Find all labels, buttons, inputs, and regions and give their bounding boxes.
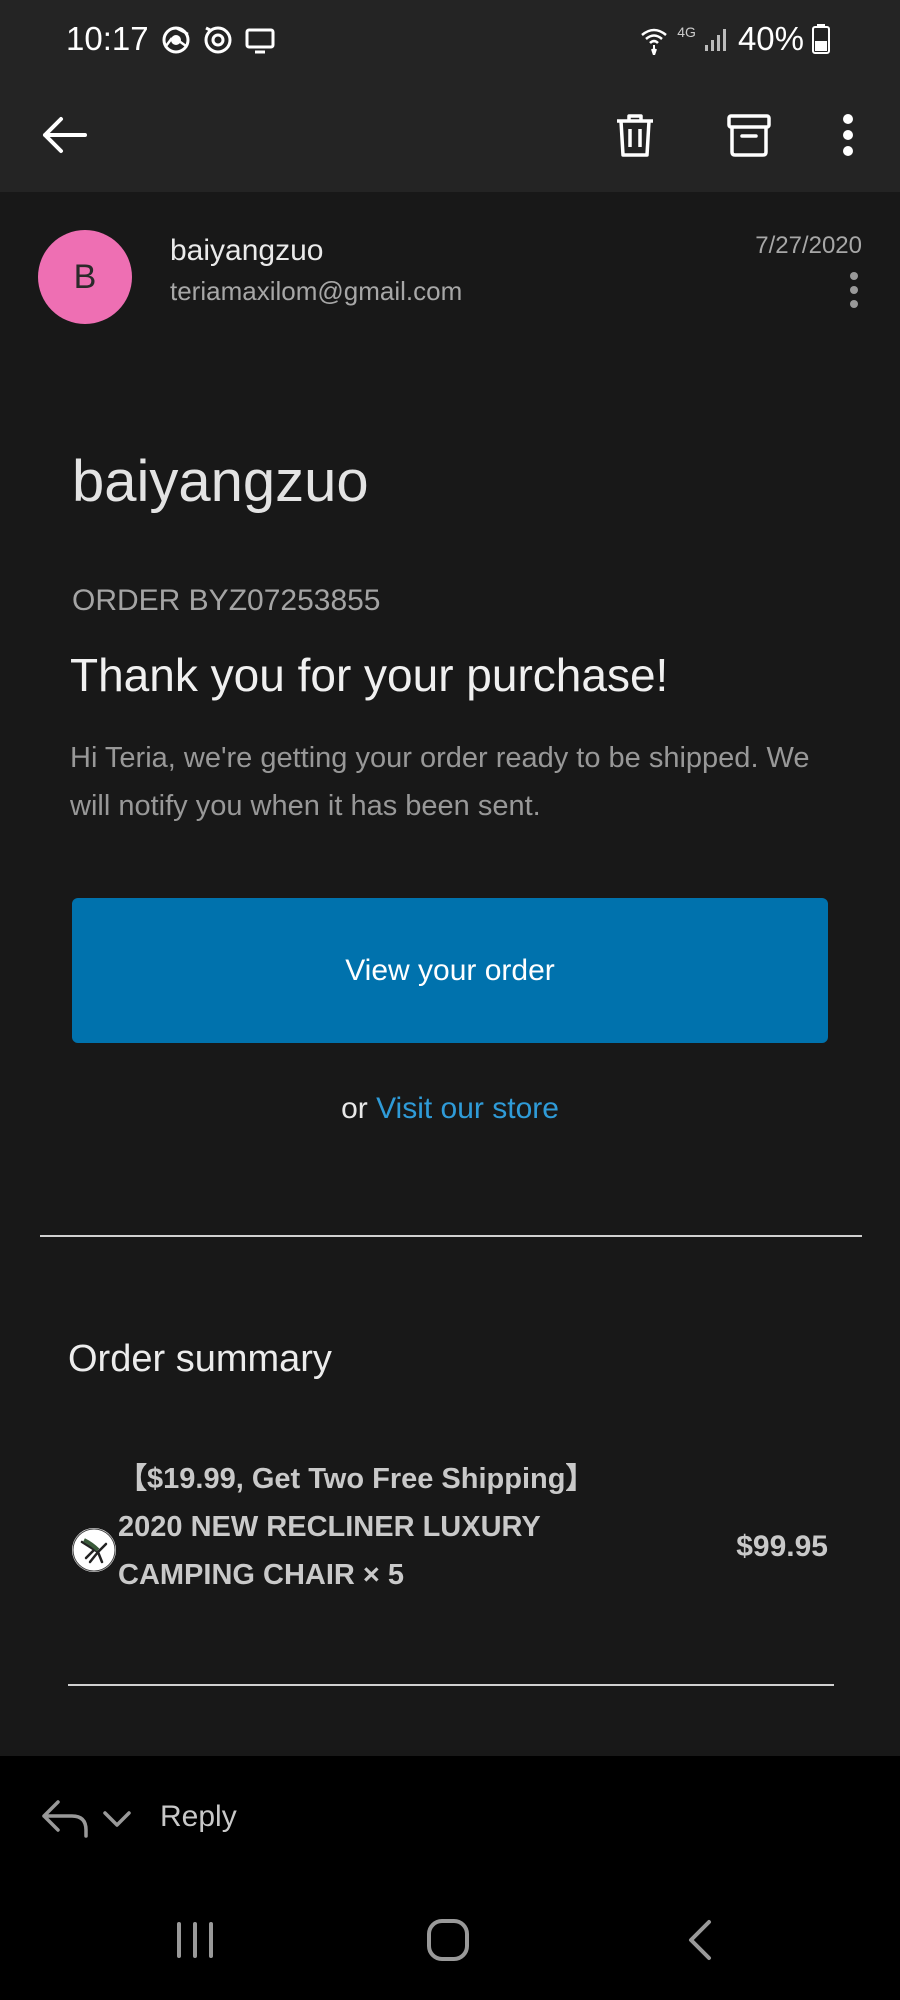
more-vert-icon: [850, 272, 858, 308]
cast-screen-icon: [245, 28, 275, 54]
email-screen: 10:17 4G 40% B baiyangzuo teriamaxilom@g…: [0, 0, 900, 2000]
chevron-down-icon[interactable]: [100, 1804, 134, 1834]
back-button[interactable]: [30, 100, 100, 170]
delete-icon: [617, 114, 653, 157]
battery-icon: [812, 24, 830, 54]
order-intro-text: Hi Teria, we're getting your order ready…: [70, 742, 810, 822]
product-thumbnail: [72, 1528, 116, 1572]
email-date: 7/27/2020: [755, 232, 862, 259]
sender-name: baiyangzuo: [170, 234, 324, 267]
view-order-button-label: View your order: [345, 953, 555, 987]
nav-back-button[interactable]: [660, 1910, 740, 1970]
recents-icon: [177, 1922, 213, 1958]
archive-button[interactable]: [714, 100, 784, 170]
or-text: or: [341, 1092, 377, 1125]
system-status: 4G 40%: [639, 20, 830, 58]
view-order-button[interactable]: View your order: [72, 898, 828, 1043]
notification-icons: [160, 24, 276, 56]
reply-bar[interactable]: Reply: [0, 1756, 900, 1880]
order-summary-title: Order summary: [68, 1338, 332, 1380]
battery-percentage: 40%: [737, 20, 804, 57]
sender-more-button[interactable]: [836, 268, 872, 312]
more-options-button[interactable]: [818, 100, 878, 170]
reply-label[interactable]: Reply: [160, 1800, 237, 1834]
sender-email: teriamaxilom@gmail.com: [170, 276, 463, 306]
network-type-label: 4G: [677, 24, 696, 40]
section-divider: [68, 1684, 834, 1686]
back-arrow-icon: [43, 117, 87, 153]
home-button[interactable]: [408, 1910, 488, 1970]
chrome-icon: [162, 26, 190, 54]
thank-you-heading: Thank you for your purchase!: [70, 649, 669, 701]
product-price: $99.95: [736, 1530, 828, 1563]
reply-icon: [42, 1800, 88, 1838]
wifi-icon: [641, 28, 668, 55]
system-navigation-bar: [0, 1880, 900, 2000]
status-bar: 10:17 4G 40%: [0, 0, 900, 80]
camping-chair-image: [72, 1528, 116, 1572]
more-vert-icon: [843, 114, 853, 156]
status-time: 10:17: [66, 20, 149, 57]
section-divider: [40, 1235, 862, 1237]
sender-avatar[interactable]: B: [38, 230, 132, 324]
delete-button[interactable]: [600, 100, 670, 170]
email-toolbar: [0, 80, 900, 192]
sync-icon: [204, 26, 232, 54]
order-number: ORDER BYZ07253855: [72, 584, 381, 617]
home-icon: [427, 1919, 469, 1961]
visit-store-line: or Visit our store: [0, 1092, 900, 1126]
recents-button[interactable]: [155, 1910, 235, 1970]
visit-store-link[interactable]: Visit our store: [376, 1092, 559, 1125]
signal-icon: [704, 29, 726, 51]
shop-name-heading: baiyangzuo: [72, 449, 369, 514]
product-name: 【$19.99, Get Two Free Shipping】2020 NEW …: [118, 1463, 595, 1591]
back-icon: [689, 1920, 711, 1960]
archive-icon: [727, 114, 771, 157]
